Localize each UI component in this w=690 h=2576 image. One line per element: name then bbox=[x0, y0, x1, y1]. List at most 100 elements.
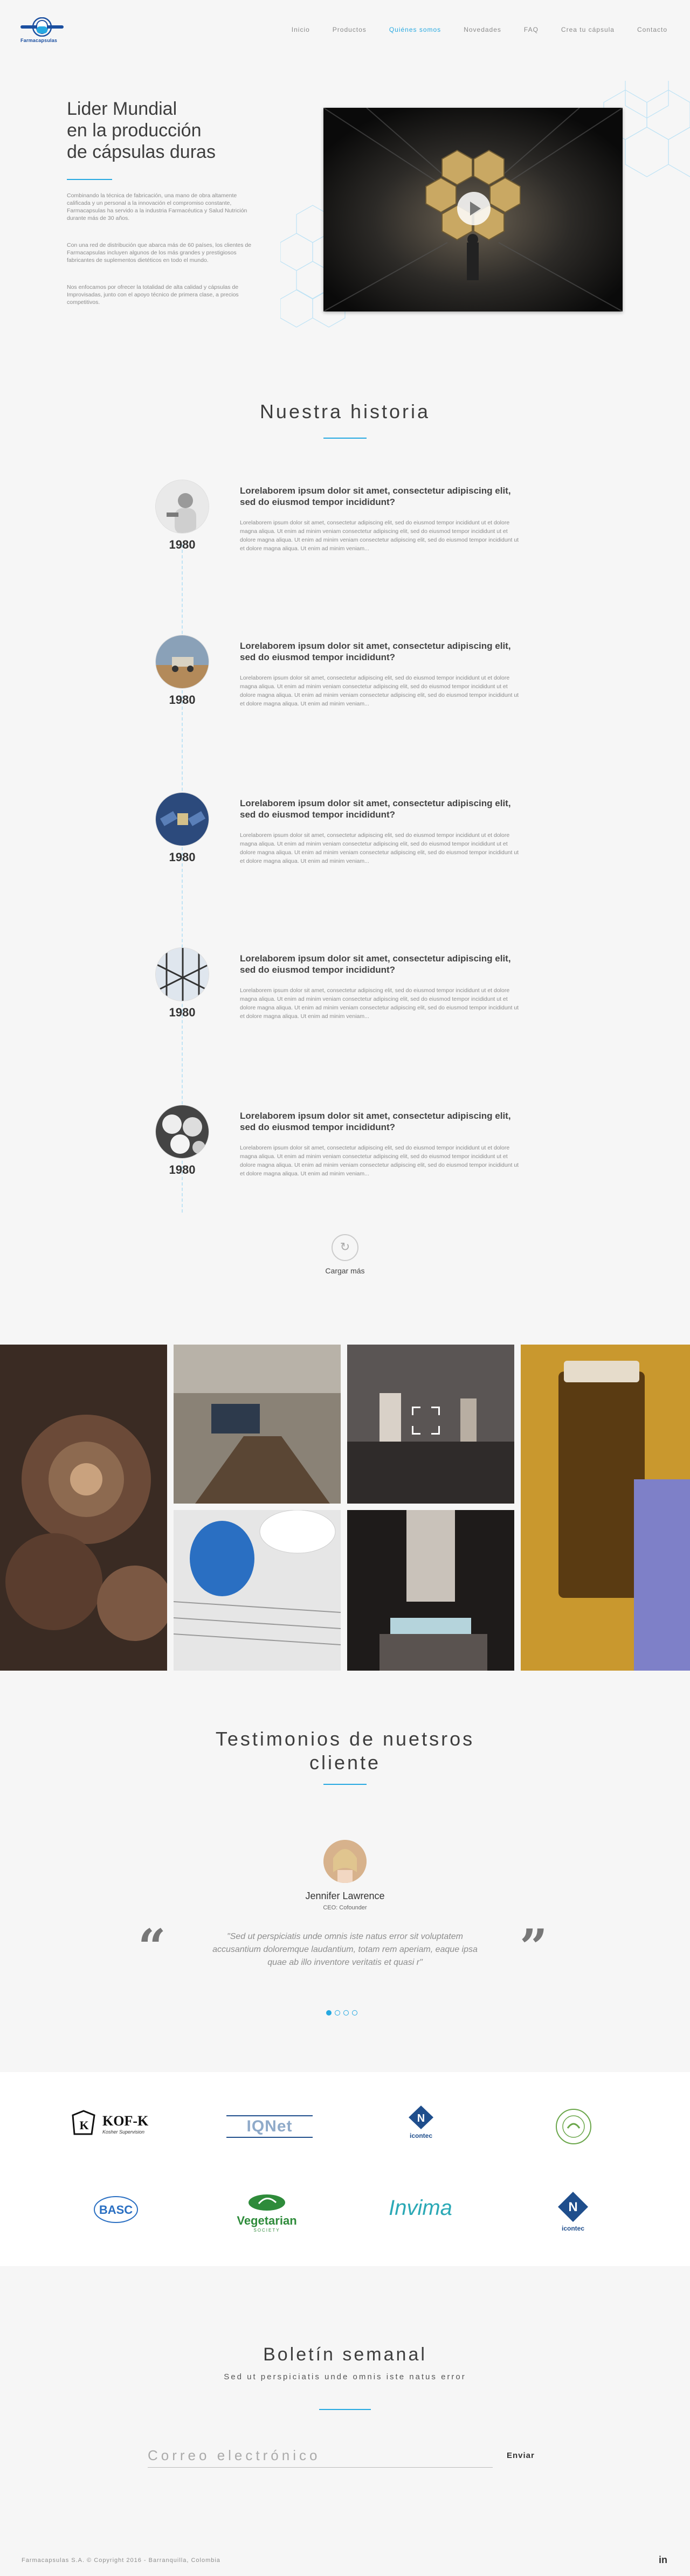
timeline-body: Lorelaborem ipsum dolor sit amet, consec… bbox=[240, 675, 519, 707]
pagination-dot[interactable] bbox=[326, 2010, 332, 2016]
nav-quienes-somos[interactable]: Quiénes somos bbox=[389, 26, 441, 33]
timeline-photo bbox=[155, 635, 209, 689]
newsletter-subtitle: Sed ut perspiciatis unde omnis iste natu… bbox=[224, 2372, 466, 2381]
timeline-year: 1980 bbox=[169, 1163, 196, 1176]
gallery-tile[interactable] bbox=[521, 1345, 690, 1671]
timeline-year: 1980 bbox=[169, 1006, 196, 1019]
nav-faq[interactable]: FAQ bbox=[524, 26, 539, 33]
invima-logo-text: Invima bbox=[389, 2196, 452, 2220]
gallery-tile[interactable] bbox=[174, 1345, 341, 1504]
invima-logo: Invima bbox=[372, 2196, 469, 2220]
partner-logos: K KOF-K Kosher Supervision IQNet N icont… bbox=[0, 2072, 690, 2266]
testimonial-pagination bbox=[326, 2010, 357, 2016]
scientist-image bbox=[156, 480, 209, 533]
page: Farmacapsulas Inicio Productos Quiénes s… bbox=[0, 0, 690, 2576]
svg-text:N: N bbox=[417, 2113, 425, 2124]
site-logo[interactable]: Farmacapsulas bbox=[20, 17, 64, 45]
expand-icon[interactable] bbox=[412, 1407, 440, 1435]
golf-balls-image bbox=[156, 1105, 209, 1158]
pagination-dot[interactable] bbox=[335, 2010, 340, 2016]
timeline-body: Lorelaborem ipsum dolor sit amet, consec… bbox=[240, 1145, 519, 1177]
newsletter-title: Boletín semanal bbox=[263, 2344, 427, 2365]
send-button[interactable]: Enviar bbox=[507, 2451, 535, 2460]
halal-seal-logo bbox=[552, 2108, 595, 2148]
nav-contacto[interactable]: Contacto bbox=[637, 26, 667, 33]
vegetarian-logo-subtext: SOCIETY bbox=[253, 2228, 280, 2233]
logo-wordmark: Farmacapsulas bbox=[20, 38, 58, 43]
site-header: Farmacapsulas Inicio Productos Quiénes s… bbox=[0, 0, 690, 59]
hero-title: Lider Mundial en la producción de cápsul… bbox=[67, 98, 261, 163]
timeline-item: 1980 Lorelaborem ipsum dolor sit amet, c… bbox=[155, 792, 533, 873]
hero-title-line2: en la producción bbox=[67, 120, 202, 141]
kosher-mark-icon: K bbox=[72, 2110, 95, 2135]
newsletter-rule bbox=[319, 2409, 371, 2410]
linkedin-icon[interactable]: in bbox=[659, 2554, 667, 2566]
iqnet-logo-text: IQNet bbox=[226, 2115, 313, 2138]
gallery-tile[interactable] bbox=[0, 1345, 167, 1671]
testimonials-title-line1: Testimonios de nuetsros bbox=[215, 1728, 475, 1750]
nav-productos[interactable]: Productos bbox=[333, 26, 367, 33]
conference-room-image bbox=[174, 1345, 341, 1504]
pagination-dot[interactable] bbox=[352, 2010, 357, 2016]
structure-image bbox=[156, 948, 209, 1001]
history-title-rule bbox=[323, 438, 367, 439]
halal-seal-icon bbox=[556, 2109, 591, 2144]
hero-accent-rule bbox=[67, 179, 112, 180]
timeline-item: 1980 Lorelaborem ipsum dolor sit amet, c… bbox=[155, 480, 533, 560]
icontec-mark-icon: N bbox=[409, 2106, 433, 2129]
play-icon[interactable] bbox=[457, 192, 491, 225]
timeline-photo bbox=[155, 1105, 209, 1159]
hero-paragraph-3: Nos enfocamos por ofrecer la totalidad d… bbox=[67, 284, 239, 306]
microscope-image bbox=[347, 1510, 514, 1671]
refresh-icon: ↻ bbox=[340, 1240, 350, 1254]
vegetarian-leaf-icon bbox=[249, 2194, 285, 2211]
basc-logo-text: BASC bbox=[99, 2203, 133, 2217]
gallery-tile[interactable] bbox=[347, 1510, 514, 1671]
nav-crea-tu-capsula[interactable]: Crea tu cápsula bbox=[561, 26, 615, 33]
satellite-image bbox=[156, 793, 209, 846]
gallery-tile[interactable] bbox=[347, 1345, 514, 1504]
testimonials-title: Testimonios de nuetsros cliente bbox=[0, 1727, 690, 1775]
person-photo-image bbox=[323, 1840, 367, 1883]
load-more-label[interactable]: Cargar más bbox=[0, 1266, 690, 1275]
nav-inicio[interactable]: Inicio bbox=[292, 26, 310, 33]
email-field[interactable] bbox=[148, 2444, 493, 2468]
sample-jar-image bbox=[521, 1345, 690, 1671]
timeline-heading: Lorelaborem ipsum dolor sit amet, consec… bbox=[240, 798, 511, 820]
hero-title-line1: Lider Mundial bbox=[67, 99, 177, 119]
timeline-heading: Lorelaborem ipsum dolor sit amet, consec… bbox=[240, 953, 511, 975]
timeline-body: Lorelaborem ipsum dolor sit amet, consec… bbox=[240, 987, 519, 1020]
icontec-logo-text: icontec bbox=[409, 2132, 432, 2139]
nav-novedades[interactable]: Novedades bbox=[464, 26, 501, 33]
icontec-mark-icon: N bbox=[558, 2192, 588, 2222]
testimonial-name: Jennifer Lawrence bbox=[305, 1891, 385, 1901]
load-more-button[interactable]: ↻ bbox=[332, 1234, 358, 1261]
close-quote-icon: ” bbox=[520, 1919, 548, 1976]
hero-video[interactable] bbox=[323, 108, 623, 311]
newspaper-mouse-image bbox=[174, 1510, 341, 1671]
timeline-photo bbox=[155, 792, 209, 846]
icontec-logo-text: icontec bbox=[561, 2225, 584, 2232]
timeline-body: Lorelaborem ipsum dolor sit amet, consec… bbox=[240, 520, 519, 552]
open-quote-icon: “ bbox=[138, 1919, 166, 1976]
iqnet-logo: IQNet bbox=[226, 2115, 313, 2138]
timeline-photo bbox=[155, 480, 209, 534]
timeline-year: 1980 bbox=[169, 693, 196, 707]
hero-paragraph-2: Con una red de distribución que abarca m… bbox=[67, 242, 252, 264]
testimonials-title-line2: cliente bbox=[309, 1751, 381, 1774]
testimonial-role: CEO: Cofounder bbox=[323, 1905, 367, 1911]
testimonial-quote: "Sed ut perspiciatis unde omnis iste nat… bbox=[212, 1932, 478, 1967]
hero-paragraph-1: Combinando la técnica de fabricación, un… bbox=[67, 192, 247, 221]
timeline-item: 1980 Lorelaborem ipsum dolor sit amet, c… bbox=[155, 947, 533, 1028]
timeline-heading: Lorelaborem ipsum dolor sit amet, consec… bbox=[240, 1111, 511, 1132]
pagination-dot[interactable] bbox=[343, 2010, 349, 2016]
gallery-tile[interactable] bbox=[174, 1510, 341, 1671]
desert-rover-image bbox=[156, 635, 209, 688]
timeline-heading: Lorelaborem ipsum dolor sit amet, consec… bbox=[240, 641, 511, 662]
svg-text:N: N bbox=[568, 2200, 577, 2214]
vegetarian-logo-text: Vegetarian bbox=[237, 2214, 297, 2227]
timeline-year: 1980 bbox=[169, 538, 196, 551]
basc-logo: BASC bbox=[92, 2193, 140, 2228]
timeline-item: 1980 Lorelaborem ipsum dolor sit amet, c… bbox=[155, 635, 533, 716]
timeline-body: Lorelaborem ipsum dolor sit amet, consec… bbox=[240, 832, 519, 864]
